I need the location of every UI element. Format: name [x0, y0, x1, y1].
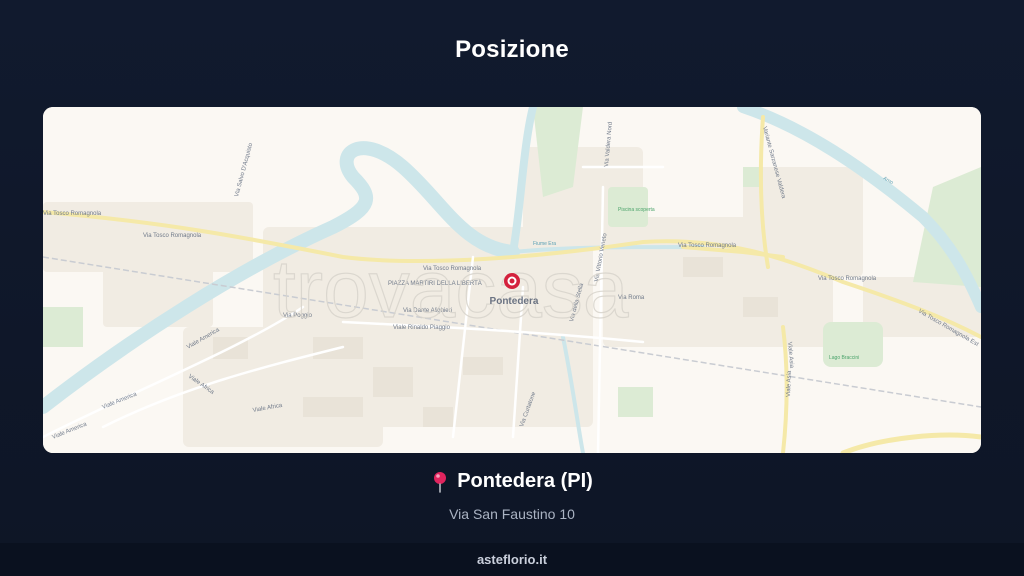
place-name: Pontedera (PI) [457, 470, 593, 492]
road-label: Viale Asia [786, 370, 793, 397]
address: Via San Faustino 10 [449, 505, 575, 522]
map-canvas[interactable]: Via Tosco Romagnola Via Tosco Romagnola … [43, 107, 981, 453]
road-label: Via Tosco Romagnola [678, 243, 737, 249]
map-pin-icon [434, 471, 447, 493]
road-label: Via Tosco Romagnola [43, 211, 102, 217]
city-label: Pontedera [490, 296, 539, 307]
footer-brand[interactable]: asteflorio.it [0, 543, 1024, 576]
location-info: Pontedera (PI) Via San Faustino 10 [0, 470, 1024, 522]
map-pin-icon[interactable] [504, 273, 520, 289]
road-label: Via Tosco Romagnola [818, 276, 877, 282]
watermark: trovacasa [273, 244, 629, 335]
road-label: Via Tosco Romagnola [143, 233, 202, 239]
page-title: Posizione [455, 36, 569, 63]
green-label: Piscina scoperta [618, 207, 655, 213]
green-label: Lago Braccini [829, 355, 859, 361]
map-view[interactable]: Via Tosco Romagnola Via Tosco Romagnola … [43, 107, 981, 453]
